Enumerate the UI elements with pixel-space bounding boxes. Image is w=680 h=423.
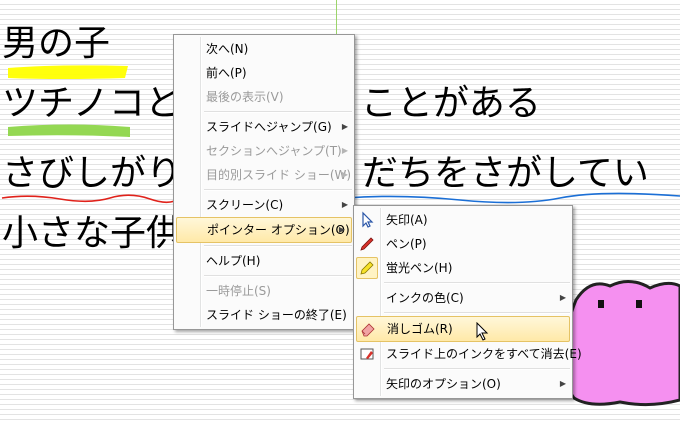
menu-separator <box>204 275 352 277</box>
menu-item-next[interactable]: 次へ(N) <box>174 37 354 61</box>
red-underline <box>1 194 181 204</box>
submenu-arrow-icon: ▶ <box>338 225 345 234</box>
submenu-item-erase-all-ink[interactable]: スライド上のインクをすべて消去(E) <box>354 342 582 366</box>
green-highlighter-stroke <box>8 124 130 137</box>
submenu-item-eraser[interactable]: 消しゴム(R) <box>356 316 570 342</box>
mouse-cursor-icon <box>476 322 489 341</box>
submenu-item-highlighter[interactable]: 蛍光ペン(H) <box>354 256 572 280</box>
eraser-icon <box>361 323 375 337</box>
menu-item-custom-show[interactable]: 目的別スライド ショー(W) ▶ <box>174 163 354 187</box>
menu-separator <box>204 189 352 191</box>
menu-separator <box>384 312 570 314</box>
submenu-arrow-icon: ▶ <box>341 146 348 155</box>
menu-separator <box>384 282 570 284</box>
menu-separator <box>384 368 570 370</box>
erase-all-ink-icon <box>360 348 374 360</box>
slideshow-context-menu: 次へ(N) 前へ(P) 最後の表示(V) スライドへジャンプ(G) ▶ セクション… <box>173 34 355 330</box>
submenu-arrow-icon: ▶ <box>341 200 348 209</box>
menu-item-pause[interactable]: 一時停止(S) <box>174 279 354 303</box>
highlighter-icon <box>360 261 374 275</box>
menu-item-go-to-section[interactable]: セクションへジャンプ(T) ▶ <box>174 139 354 163</box>
submenu-item-ink-color[interactable]: インクの色(C) ▶ <box>354 286 572 310</box>
slide-text-line-1: 男の子 <box>2 23 111 64</box>
menu-item-last-viewed[interactable]: 最後の表示(V) <box>174 85 354 109</box>
submenu-item-arrow-options[interactable]: 矢印のオプション(O) ▶ <box>354 372 572 396</box>
slide-text-line-4: 小さな子供 <box>2 213 183 254</box>
menu-separator <box>204 111 352 113</box>
menu-item-pointer-options[interactable]: ポインター オプション(O) ▶ <box>176 217 352 243</box>
arrow-pointer-icon <box>362 211 374 228</box>
menu-item-end-show[interactable]: スライド ショーの終了(E) <box>174 303 354 327</box>
yellow-highlighter-stroke <box>8 65 128 79</box>
submenu-arrow-icon: ▶ <box>559 379 566 388</box>
pointer-options-submenu: 矢印(A) ペン(P) 蛍光ペン(H) インクの色(C) ▶ 消しゴム(R) ス… <box>353 205 582 399</box>
pen-icon <box>360 237 374 251</box>
menu-item-go-to-slide[interactable]: スライドへジャンプ(G) ▶ <box>174 115 354 139</box>
submenu-arrow-icon: ▶ <box>559 293 566 302</box>
submenu-arrow-icon: ▶ <box>341 122 348 131</box>
menu-item-previous[interactable]: 前へ(P) <box>174 61 354 85</box>
submenu-arrow-icon: ▶ <box>341 170 348 179</box>
submenu-item-arrow[interactable]: 矢印(A) <box>354 208 572 232</box>
submenu-item-pen[interactable]: ペン(P) <box>354 232 572 256</box>
menu-item-help[interactable]: ヘルプ(H) <box>174 249 354 273</box>
menu-separator <box>204 245 352 247</box>
menu-item-screen[interactable]: スクリーン(C) ▶ <box>174 193 354 217</box>
